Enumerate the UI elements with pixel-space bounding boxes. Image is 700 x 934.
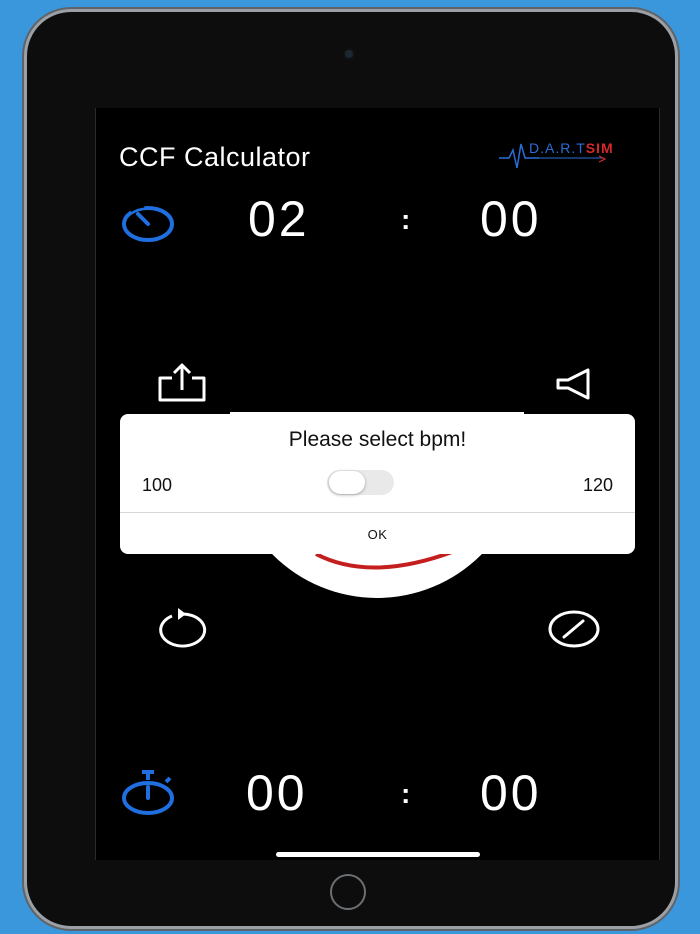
app-screen: CCF Calculator D.A.R.TSIM 02 : 00 Please…: [95, 108, 660, 860]
stopwatch-minutes: 00: [246, 765, 308, 821]
page-title: CCF Calculator: [119, 142, 311, 172]
ok-button[interactable]: OK: [120, 513, 635, 554]
timer-separator: :: [401, 204, 411, 235]
timer-icon[interactable]: [122, 196, 178, 246]
bpm-option-100: 100: [142, 475, 173, 495]
home-button[interactable]: [330, 874, 366, 910]
bpm-option-120: 120: [582, 475, 613, 495]
speaker-icon[interactable]: [550, 362, 604, 408]
countdown-timer: 02 : 00: [96, 186, 659, 256]
home-indicator[interactable]: [276, 852, 480, 857]
dartsim-logo: D.A.R.TSIM: [499, 140, 617, 172]
logo-prefix: D.A.R.T: [529, 140, 586, 156]
logo-suffix: SIM: [585, 140, 614, 156]
reset-icon[interactable]: [154, 606, 208, 652]
stopwatch-separator: :: [401, 778, 411, 809]
front-camera: [345, 50, 353, 58]
timer-minutes: 02: [248, 191, 310, 247]
timer-seconds: 00: [480, 191, 542, 247]
toggle-knob: [329, 471, 365, 494]
dialog-title: Please select bpm!: [288, 428, 467, 451]
pencil-icon[interactable]: [546, 606, 600, 652]
stopwatch-seconds: 00: [480, 765, 542, 821]
bpm-toggle[interactable]: [327, 470, 394, 495]
share-icon[interactable]: [154, 360, 208, 406]
stopwatch-timer: 00 : 00: [96, 760, 659, 830]
bpm-dialog: Please select bpm! 100 120 OK: [120, 414, 635, 554]
tablet-frame: CCF Calculator D.A.R.TSIM 02 : 00 Please…: [27, 12, 675, 926]
stopwatch-icon[interactable]: [122, 768, 178, 818]
